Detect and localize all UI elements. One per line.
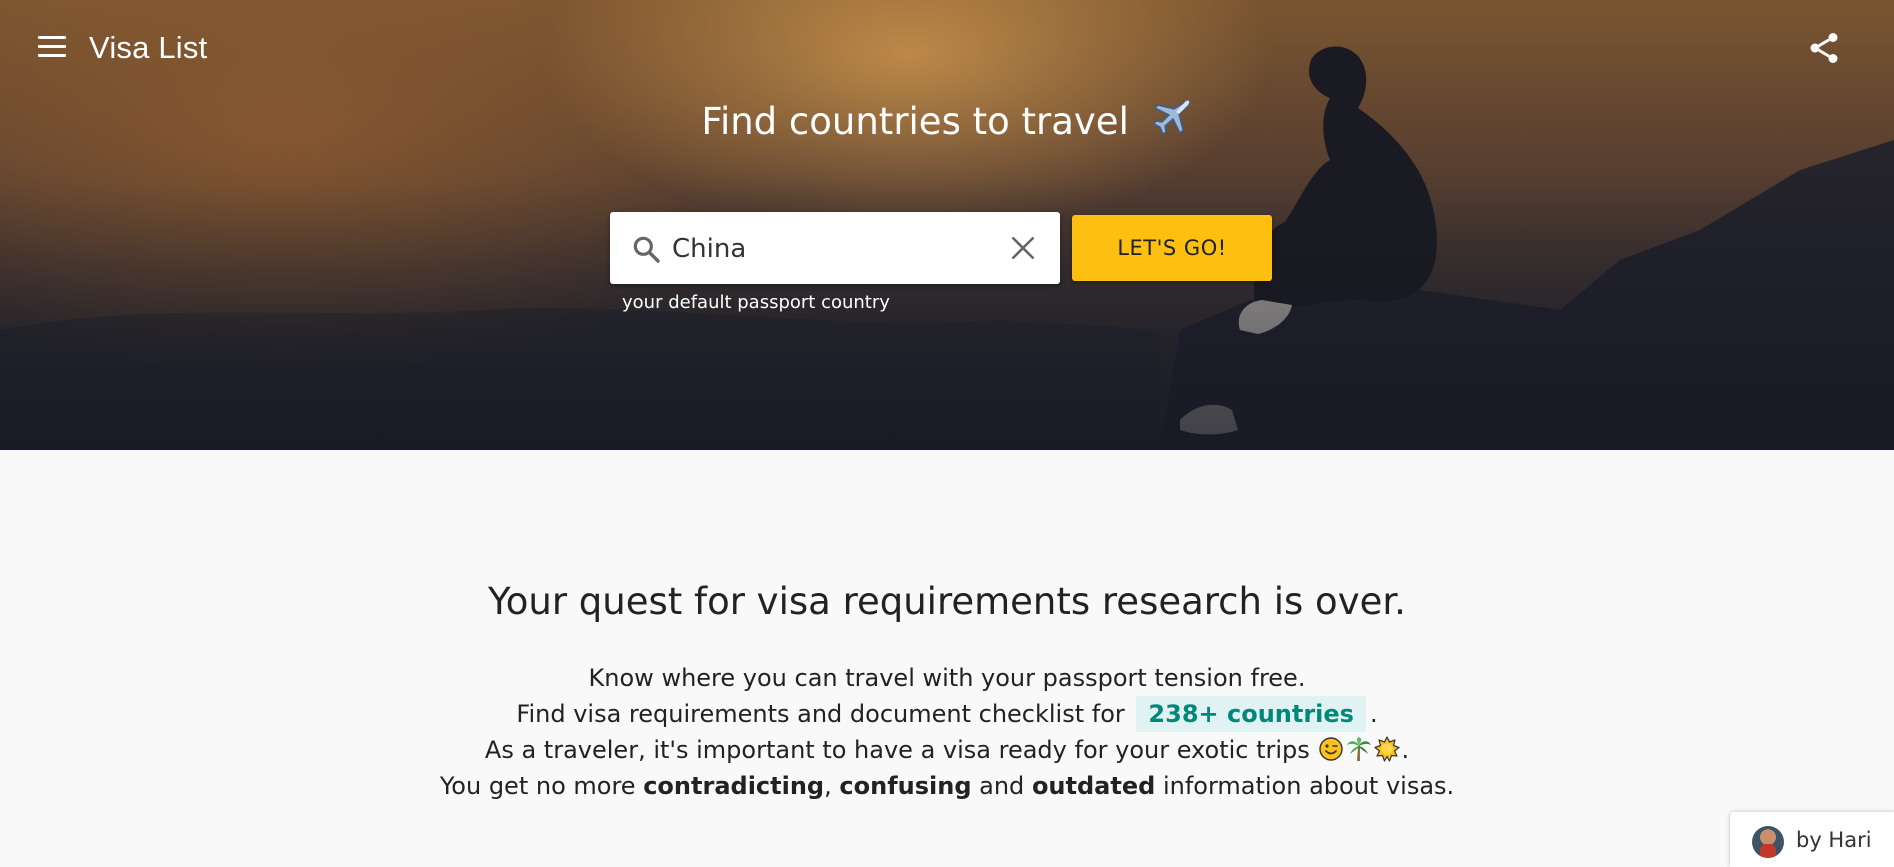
intro-paragraph: Know where you can travel with your pass… bbox=[0, 660, 1894, 804]
palm-tree-icon bbox=[1347, 737, 1372, 761]
intro-line-4-comma: , bbox=[824, 772, 832, 800]
hamburger-menu-icon[interactable] bbox=[38, 36, 68, 60]
intro-line-3: As a traveler, it's important to have a … bbox=[0, 732, 1894, 768]
keyword-outdated: outdated bbox=[1031, 772, 1156, 800]
author-label: by Hari bbox=[1796, 828, 1872, 852]
hero-title-text: Find countries to travel bbox=[701, 100, 1129, 143]
close-icon[interactable] bbox=[1010, 235, 1036, 261]
intro-line-2-text: Find visa requirements and document chec… bbox=[516, 700, 1125, 728]
intro-line-2-suffix: . bbox=[1369, 700, 1378, 728]
intro-line-3-text: As a traveler, it's important to have a … bbox=[484, 736, 1310, 764]
search-input[interactable] bbox=[670, 226, 994, 272]
search-helper-text: your default passport country bbox=[622, 292, 890, 313]
sun-icon bbox=[1374, 736, 1401, 762]
intro-line-2: Find visa requirements and document chec… bbox=[0, 696, 1894, 732]
intro-line-4-suffix: information about visas. bbox=[1162, 772, 1455, 800]
intro-line-1: Know where you can travel with your pass… bbox=[588, 664, 1306, 692]
airplane-icon bbox=[1152, 99, 1190, 136]
author-badge[interactable]: by Hari bbox=[1730, 812, 1894, 867]
lets-go-button[interactable]: LET'S GO! bbox=[1072, 215, 1272, 281]
intro-line-4-and: and bbox=[979, 772, 1025, 800]
avatar bbox=[1752, 826, 1784, 858]
top-app-bar: Visa List bbox=[0, 0, 1894, 96]
intro-line-4: You get no more contradicting, confusing… bbox=[0, 768, 1894, 804]
countries-count-link[interactable]: 238+ countries bbox=[1136, 696, 1366, 732]
passport-country-search bbox=[610, 212, 1060, 284]
share-icon[interactable] bbox=[1806, 30, 1842, 66]
intro-headline: Your quest for visa requirements researc… bbox=[488, 580, 1406, 623]
search-icon bbox=[633, 236, 660, 263]
keyword-contradicting: contradicting bbox=[643, 772, 825, 800]
hero-title: Find countries to travel bbox=[0, 96, 1894, 143]
keyword-confusing: confusing bbox=[839, 772, 972, 800]
intro-line-4-text: You get no more bbox=[439, 772, 636, 800]
intro-line-3-suffix: . bbox=[1401, 736, 1410, 764]
winking-face-icon bbox=[1319, 737, 1344, 761]
app-title[interactable]: Visa List bbox=[89, 30, 207, 66]
hero-banner: Visa List Find countries to travel LET'S… bbox=[0, 0, 1894, 450]
